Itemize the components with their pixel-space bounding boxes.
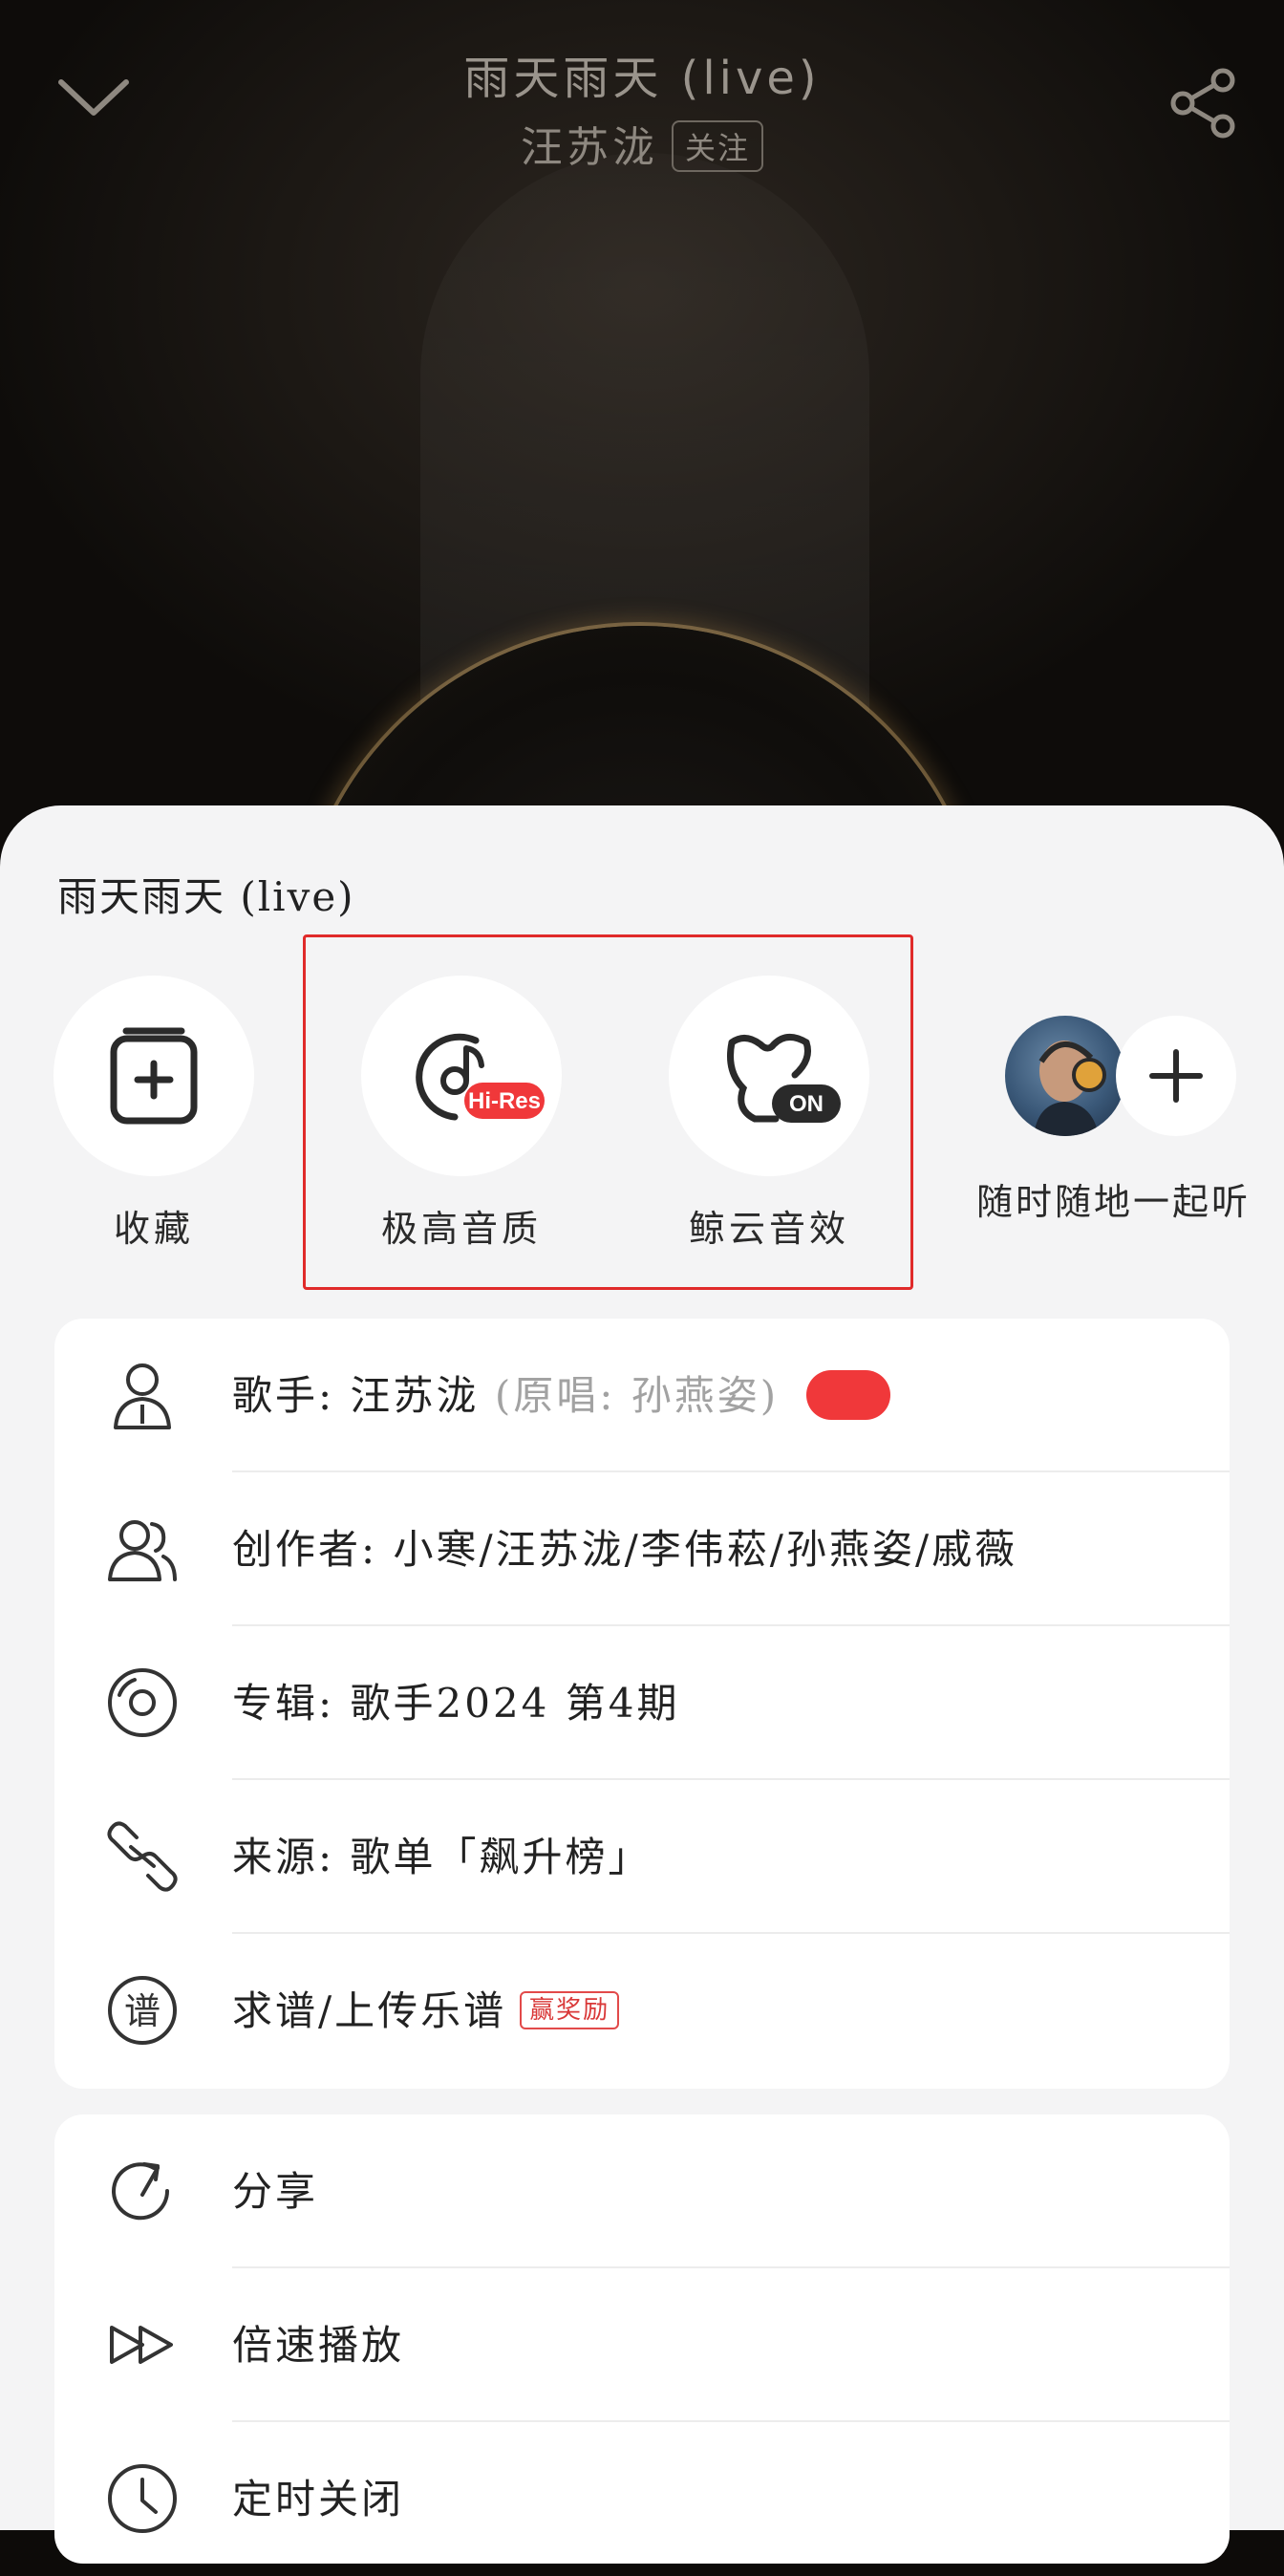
follow-button[interactable]: 关注	[671, 120, 763, 172]
song-title: 雨天雨天 (live)	[463, 52, 821, 105]
share-row[interactable]: 分享	[54, 2114, 1230, 2268]
album-row[interactable]: 专辑: 歌手2024 第4期	[54, 1626, 1230, 1780]
artist-line: 汪苏泷 关注	[0, 113, 1284, 176]
share-arrow-icon	[112, 2162, 170, 2221]
creators-text: 创作者: 小寒/汪苏泷/李伟菘/孙燕姿/戚薇	[232, 1526, 1018, 1573]
sheet-song-title: 雨天雨天 (live)	[57, 873, 355, 920]
speed-row[interactable]: 倍速播放	[54, 2268, 1230, 2422]
collect-action[interactable]: 收藏	[54, 976, 254, 1252]
score-icon-glyph: 谱	[124, 1990, 160, 2032]
source-text: 来源: 歌单「飙升榜」	[232, 1834, 652, 1880]
score-row[interactable]: 谱 求谱/上传乐谱 赢奖励	[54, 1934, 1230, 2088]
singer-row[interactable]: 歌手: 汪苏泷 (原唱: 孙燕姿)	[54, 1319, 1230, 1472]
album-text: 专辑: 歌手2024 第4期	[232, 1680, 680, 1727]
plus-icon	[834, 1422, 863, 1450]
share-icon[interactable]	[1167, 67, 1240, 140]
score-label: 求谱/上传乐谱	[232, 1987, 507, 2034]
avatar[interactable]	[1005, 1016, 1125, 1136]
plus-icon	[1149, 1049, 1203, 1103]
link-icon	[107, 1821, 178, 1892]
creators-row[interactable]: 创作者: 小寒/汪苏泷/李伟菘/孙燕姿/戚薇	[54, 1472, 1230, 1626]
score-text: 求谱/上传乐谱 赢奖励	[232, 1934, 620, 2088]
follow-singer-button[interactable]	[805, 1370, 890, 1450]
original-singer[interactable]: (原唱: 孙燕姿)	[495, 1372, 779, 1419]
source-row[interactable]: 来源: 歌单「飙升榜」	[54, 1780, 1230, 1934]
collect-icon	[110, 1027, 198, 1125]
album-disc-icon	[108, 1668, 177, 1737]
song-options-sheet: 雨天雨天 (live) 收藏 Hi-Res 极高音质 ON 鲸云音效 随时随地一…	[0, 805, 1284, 2564]
timer-row[interactable]: 定时关闭	[54, 2422, 1230, 2576]
highlight-box	[303, 934, 913, 1290]
song-info-card: 歌手: 汪苏泷 (原唱: 孙燕姿) 创作者: 小寒/汪苏泷/李伟菘/孙燕姿/戚薇	[54, 1319, 1230, 2089]
clock-icon	[108, 2464, 177, 2533]
artist-name[interactable]: 汪苏泷	[521, 123, 658, 172]
fast-forward-icon	[110, 2326, 173, 2364]
player-top-bar: 雨天雨天 (live) 汪苏泷 关注	[0, 0, 1284, 182]
singer-icon	[114, 1363, 171, 1429]
reward-badge: 赢奖励	[520, 1991, 620, 2029]
collect-button[interactable]	[54, 976, 254, 1176]
singer-text: 歌手: 汪苏泷 (原唱: 孙燕姿)	[232, 1319, 890, 1472]
creators-icon	[108, 1520, 177, 1581]
menu-card: 分享 倍速播放 定时关闭	[54, 2114, 1230, 2564]
listen-together-label: 随时随地一起听	[976, 1181, 1252, 1223]
share-text: 分享	[232, 2168, 319, 2215]
singer-label: 歌手: 汪苏泷	[232, 1372, 480, 1419]
timer-text: 定时关闭	[232, 2476, 405, 2522]
listener-avatar-image	[1034, 1041, 1106, 1136]
score-icon: 谱	[108, 1976, 177, 2045]
collect-label: 收藏	[113, 1208, 194, 1250]
add-listener-button[interactable]	[1116, 1016, 1236, 1136]
speed-text: 倍速播放	[232, 2322, 405, 2369]
